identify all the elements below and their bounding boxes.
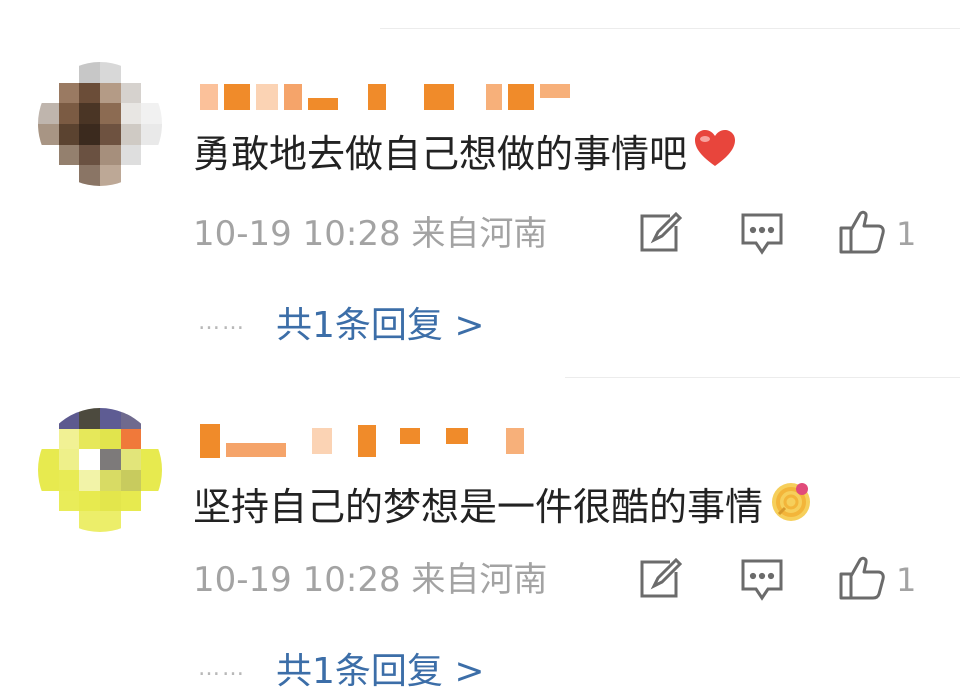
view-replies-link[interactable]: 共1条回复 > [276, 642, 485, 694]
username-pixelated[interactable] [200, 424, 530, 458]
comment-item: 坚持自己的梦想是一件很酷的事情 10-19 10:28 来自河南 1 …… 共1… [0, 380, 960, 692]
like-count: 1 [896, 561, 917, 599]
comment-text: 勇敢地去做自己想做的事情吧 [193, 128, 737, 179]
comment-divider [565, 377, 960, 378]
reply-dots: …… [198, 309, 246, 335]
comment-meta: 10-19 10:28 来自河南 [193, 560, 548, 600]
avatar[interactable] [38, 408, 162, 532]
like-icon [838, 208, 886, 260]
repost-button[interactable] [636, 211, 683, 258]
comment-item: 勇敢地去做自己想做的事情吧 10-19 10:28 来自河南 1 …… 共1条回… [0, 0, 960, 380]
comment-text: 坚持自己的梦想是一件很酷的事情 [193, 478, 815, 535]
replies-row: …… 共1条回复 > [198, 642, 485, 694]
lollipop-icon [769, 478, 815, 535]
like-button[interactable]: 1 [838, 554, 916, 606]
comment-button[interactable] [740, 212, 784, 260]
comment-button[interactable] [740, 558, 784, 606]
like-button[interactable]: 1 [838, 208, 916, 260]
repost-icon [636, 211, 683, 258]
comment-icon [740, 212, 784, 260]
avatar[interactable] [38, 62, 162, 186]
reply-dots: …… [198, 655, 246, 681]
repost-button[interactable] [636, 557, 683, 604]
like-icon [838, 554, 886, 606]
replies-row: …… 共1条回复 > [198, 296, 485, 348]
like-count: 1 [896, 215, 917, 253]
heart-icon [693, 128, 737, 179]
username-pixelated[interactable] [200, 80, 576, 114]
view-replies-link[interactable]: 共1条回复 > [276, 296, 485, 348]
repost-icon [636, 557, 683, 604]
comment-icon [740, 558, 784, 606]
comment-meta: 10-19 10:28 来自河南 [193, 214, 548, 254]
